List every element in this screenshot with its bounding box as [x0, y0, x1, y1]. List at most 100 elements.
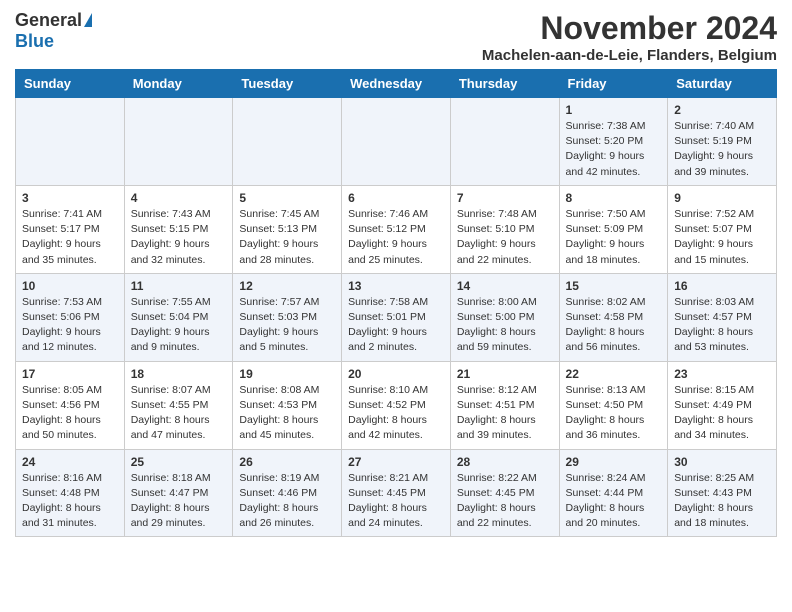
- week-row-3: 10Sunrise: 7:53 AM Sunset: 5:06 PM Dayli…: [16, 273, 777, 361]
- header: General Blue November 2024 Machelen-aan-…: [15, 10, 777, 64]
- day-info: Sunrise: 8:12 AM Sunset: 4:51 PM Dayligh…: [457, 383, 553, 444]
- day-info: Sunrise: 8:19 AM Sunset: 4:46 PM Dayligh…: [239, 471, 335, 532]
- day-cell: 14 Sunrise: 8:00 AM Sunset: 5:00 PM Dayli…: [450, 273, 559, 361]
- day-cell: 13 Sunrise: 7:58 AM Sunset: 5:01 PM Dayli…: [342, 273, 451, 361]
- day-number: 4: [131, 191, 227, 205]
- day-cell: 16Sunrise: 8:03 AM Sunset: 4:57 PM Dayli…: [668, 273, 777, 361]
- week-row-1: 1 Sunrise: 7:38 AM Sunset: 5:20 PM Daylig…: [16, 98, 777, 186]
- day-cell: 6 Sunrise: 7:46 AM Sunset: 5:12 PM Daylig…: [342, 185, 451, 273]
- day-cell: 9 Sunrise: 7:52 AM Sunset: 5:07 PM Daylig…: [668, 185, 777, 273]
- day-cell: 27Sunrise: 8:21 AM Sunset: 4:45 PM Dayli…: [342, 449, 451, 537]
- day-info: Sunrise: 7:40 AM Sunset: 5:19 PM Dayligh…: [674, 119, 770, 180]
- day-cell: 4 Sunrise: 7:43 AM Sunset: 5:15 PM Daylig…: [124, 185, 233, 273]
- day-info: Sunrise: 7:50 AM Sunset: 5:09 PM Dayligh…: [566, 207, 662, 268]
- col-header-friday: Friday: [559, 70, 668, 98]
- day-number: 25: [131, 455, 227, 469]
- day-number: 19: [239, 367, 335, 381]
- calendar-table: SundayMondayTuesdayWednesdayThursdayFrid…: [15, 69, 777, 537]
- day-cell: 21 Sunrise: 8:12 AM Sunset: 4:51 PM Dayli…: [450, 361, 559, 449]
- location: Machelen-aan-de-Leie, Flanders, Belgium: [482, 47, 777, 64]
- day-info: Sunrise: 7:41 AM Sunset: 5:17 PM Dayligh…: [22, 207, 118, 268]
- month-title: November 2024: [482, 10, 777, 47]
- day-info: Sunrise: 8:00 AM Sunset: 5:00 PM Dayligh…: [457, 295, 553, 356]
- day-info: Sunrise: 8:16 AM Sunset: 4:48 PM Dayligh…: [22, 471, 118, 532]
- day-cell: [16, 98, 125, 186]
- day-number: 5: [239, 191, 335, 205]
- day-number: 7: [457, 191, 553, 205]
- day-number: 18: [131, 367, 227, 381]
- day-number: 29: [566, 455, 662, 469]
- day-number: 30: [674, 455, 770, 469]
- day-info: Sunrise: 8:24 AM Sunset: 4:44 PM Dayligh…: [566, 471, 662, 532]
- logo: General Blue: [15, 10, 92, 52]
- col-header-thursday: Thursday: [450, 70, 559, 98]
- day-cell: 29 Sunrise: 8:24 AM Sunset: 4:44 PM Dayli…: [559, 449, 668, 537]
- day-info: Sunrise: 7:43 AM Sunset: 5:15 PM Dayligh…: [131, 207, 227, 268]
- day-number: 16: [674, 279, 770, 293]
- col-header-sunday: Sunday: [16, 70, 125, 98]
- col-header-tuesday: Tuesday: [233, 70, 342, 98]
- day-number: 20: [348, 367, 444, 381]
- day-cell: 18Sunrise: 8:07 AM Sunset: 4:55 PM Dayli…: [124, 361, 233, 449]
- logo-triangle-icon: [84, 13, 92, 27]
- col-header-wednesday: Wednesday: [342, 70, 451, 98]
- day-number: 1: [566, 103, 662, 117]
- day-info: Sunrise: 7:57 AM Sunset: 5:03 PM Dayligh…: [239, 295, 335, 356]
- day-cell: 24 Sunrise: 8:16 AM Sunset: 4:48 PM Dayli…: [16, 449, 125, 537]
- day-number: 23: [674, 367, 770, 381]
- header-row: SundayMondayTuesdayWednesdayThursdayFrid…: [16, 70, 777, 98]
- day-number: 10: [22, 279, 118, 293]
- day-info: Sunrise: 7:46 AM Sunset: 5:12 PM Dayligh…: [348, 207, 444, 268]
- day-info: Sunrise: 7:58 AM Sunset: 5:01 PM Dayligh…: [348, 295, 444, 356]
- day-cell: 8Sunrise: 7:50 AM Sunset: 5:09 PM Daylig…: [559, 185, 668, 273]
- day-number: 14: [457, 279, 553, 293]
- day-cell: 3 Sunrise: 7:41 AM Sunset: 5:17 PM Daylig…: [16, 185, 125, 273]
- day-info: Sunrise: 8:05 AM Sunset: 4:56 PM Dayligh…: [22, 383, 118, 444]
- day-info: Sunrise: 7:45 AM Sunset: 5:13 PM Dayligh…: [239, 207, 335, 268]
- day-number: 28: [457, 455, 553, 469]
- day-info: Sunrise: 8:18 AM Sunset: 4:47 PM Dayligh…: [131, 471, 227, 532]
- day-cell: 5 Sunrise: 7:45 AM Sunset: 5:13 PM Daylig…: [233, 185, 342, 273]
- day-cell: 23 Sunrise: 8:15 AM Sunset: 4:49 PM Dayli…: [668, 361, 777, 449]
- week-row-2: 3 Sunrise: 7:41 AM Sunset: 5:17 PM Daylig…: [16, 185, 777, 273]
- day-cell: [342, 98, 451, 186]
- day-cell: 15 Sunrise: 8:02 AM Sunset: 4:58 PM Dayli…: [559, 273, 668, 361]
- day-cell: 2Sunrise: 7:40 AM Sunset: 5:19 PM Daylig…: [668, 98, 777, 186]
- day-number: 9: [674, 191, 770, 205]
- day-number: 3: [22, 191, 118, 205]
- day-number: 24: [22, 455, 118, 469]
- day-number: 12: [239, 279, 335, 293]
- day-info: Sunrise: 8:22 AM Sunset: 4:45 PM Dayligh…: [457, 471, 553, 532]
- day-info: Sunrise: 8:10 AM Sunset: 4:52 PM Dayligh…: [348, 383, 444, 444]
- week-row-4: 17Sunrise: 8:05 AM Sunset: 4:56 PM Dayli…: [16, 361, 777, 449]
- day-info: Sunrise: 8:15 AM Sunset: 4:49 PM Dayligh…: [674, 383, 770, 444]
- day-number: 27: [348, 455, 444, 469]
- day-cell: 20 Sunrise: 8:10 AM Sunset: 4:52 PM Dayli…: [342, 361, 451, 449]
- day-number: 6: [348, 191, 444, 205]
- day-info: Sunrise: 8:02 AM Sunset: 4:58 PM Dayligh…: [566, 295, 662, 356]
- col-header-monday: Monday: [124, 70, 233, 98]
- day-info: Sunrise: 8:25 AM Sunset: 4:43 PM Dayligh…: [674, 471, 770, 532]
- day-info: Sunrise: 7:48 AM Sunset: 5:10 PM Dayligh…: [457, 207, 553, 268]
- page: General Blue November 2024 Machelen-aan-…: [0, 0, 792, 547]
- day-info: Sunrise: 8:08 AM Sunset: 4:53 PM Dayligh…: [239, 383, 335, 444]
- day-cell: 12 Sunrise: 7:57 AM Sunset: 5:03 PM Dayli…: [233, 273, 342, 361]
- day-number: 22: [566, 367, 662, 381]
- title-block: November 2024 Machelen-aan-de-Leie, Flan…: [482, 10, 777, 64]
- day-info: Sunrise: 7:38 AM Sunset: 5:20 PM Dayligh…: [566, 119, 662, 180]
- logo-blue-text: Blue: [15, 31, 54, 52]
- day-cell: [233, 98, 342, 186]
- day-cell: 7 Sunrise: 7:48 AM Sunset: 5:10 PM Daylig…: [450, 185, 559, 273]
- day-cell: 30 Sunrise: 8:25 AM Sunset: 4:43 PM Dayli…: [668, 449, 777, 537]
- day-cell: [450, 98, 559, 186]
- day-cell: 22Sunrise: 8:13 AM Sunset: 4:50 PM Dayli…: [559, 361, 668, 449]
- day-number: 15: [566, 279, 662, 293]
- day-number: 13: [348, 279, 444, 293]
- day-cell: [124, 98, 233, 186]
- day-info: Sunrise: 7:52 AM Sunset: 5:07 PM Dayligh…: [674, 207, 770, 268]
- day-cell: 25 Sunrise: 8:18 AM Sunset: 4:47 PM Dayli…: [124, 449, 233, 537]
- day-number: 26: [239, 455, 335, 469]
- week-row-5: 24 Sunrise: 8:16 AM Sunset: 4:48 PM Dayli…: [16, 449, 777, 537]
- day-number: 21: [457, 367, 553, 381]
- day-cell: 10Sunrise: 7:53 AM Sunset: 5:06 PM Dayli…: [16, 273, 125, 361]
